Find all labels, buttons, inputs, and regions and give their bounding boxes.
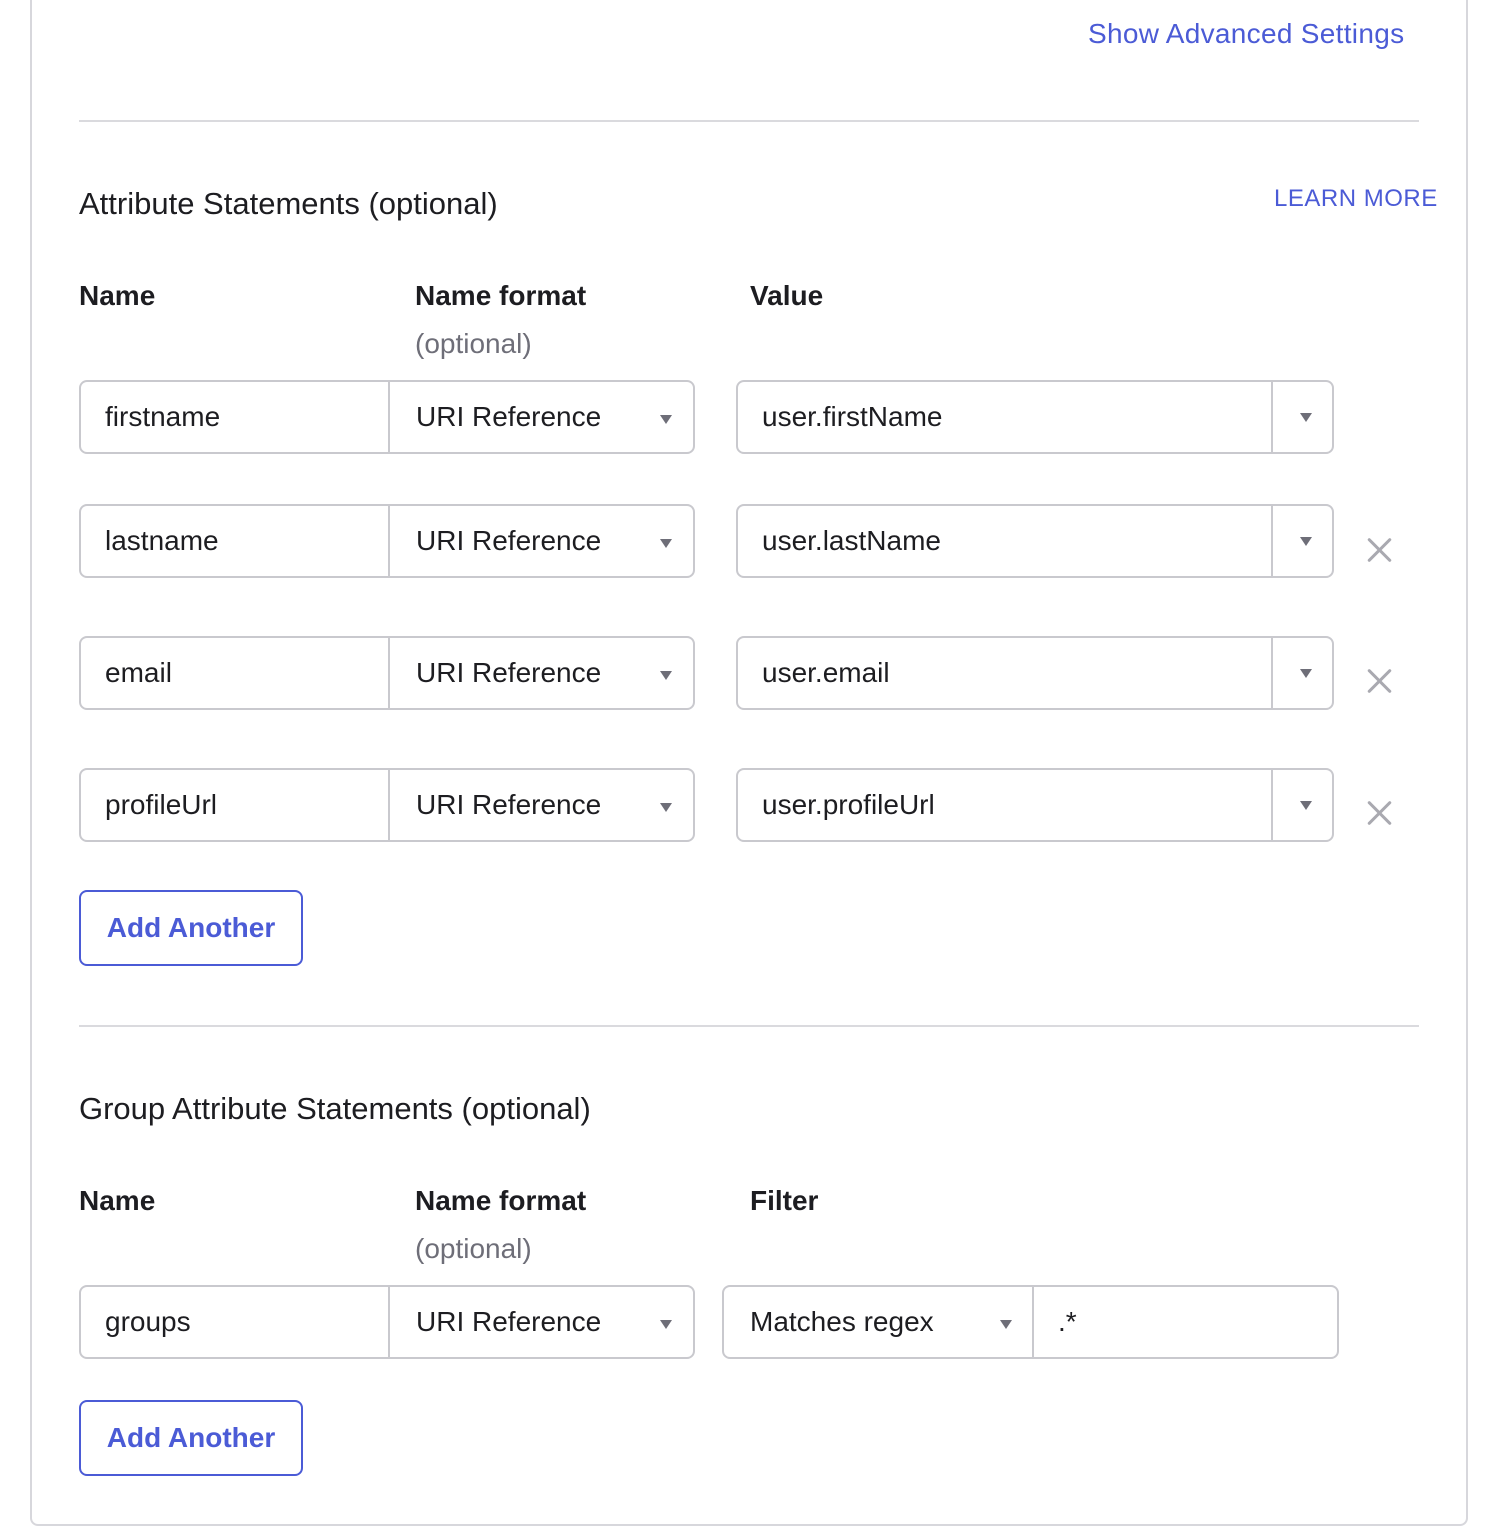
name-format-text: URI Reference bbox=[416, 401, 602, 432]
caret-down-icon[interactable] bbox=[1300, 413, 1312, 422]
attribute-name-text: firstname bbox=[105, 401, 221, 432]
group-filter-type-text: Matches regex bbox=[750, 1306, 934, 1337]
caret-down-icon bbox=[660, 671, 672, 680]
group-column-name-header: Name bbox=[79, 1185, 156, 1216]
caret-down-icon bbox=[660, 1320, 672, 1329]
group-column-format-header: Name format bbox=[415, 1185, 587, 1216]
group-name-format-text: URI Reference bbox=[416, 1306, 602, 1337]
name-format-select[interactable]: URI Reference bbox=[388, 504, 695, 578]
name-format-select[interactable]: URI Reference bbox=[388, 380, 695, 454]
group-filter-value-text: .* bbox=[1058, 1306, 1077, 1337]
attribute-value-combobox[interactable]: user.profileUrl bbox=[736, 768, 1334, 842]
attribute-value-combobox[interactable]: user.lastName bbox=[736, 504, 1334, 578]
close-icon[interactable] bbox=[1366, 667, 1394, 695]
group-attribute-statements-title: Group Attribute Statements (optional) bbox=[79, 1091, 591, 1126]
caret-down-icon[interactable] bbox=[1300, 669, 1312, 678]
group-name-format-select[interactable]: URI Reference bbox=[388, 1285, 695, 1359]
name-format-select[interactable]: URI Reference bbox=[388, 636, 695, 710]
caret-down-icon bbox=[660, 803, 672, 812]
attribute-name-input[interactable]: profileUrl bbox=[79, 768, 390, 842]
attribute-name-input[interactable]: firstname bbox=[79, 380, 390, 454]
close-icon[interactable] bbox=[1366, 799, 1394, 827]
column-value-header: Value bbox=[750, 280, 824, 311]
group-name-input[interactable]: groups bbox=[79, 1285, 390, 1359]
caret-down-icon bbox=[660, 539, 672, 548]
group-name-text: groups bbox=[105, 1306, 191, 1337]
caret-down-icon bbox=[1000, 1320, 1012, 1329]
add-another-attribute-button[interactable]: Add Another bbox=[79, 890, 303, 966]
close-icon[interactable] bbox=[1366, 536, 1394, 564]
attribute-value-combobox[interactable]: user.email bbox=[736, 636, 1334, 710]
group-filter-type-select[interactable]: Matches regex bbox=[722, 1285, 1034, 1359]
name-format-text: URI Reference bbox=[416, 657, 602, 688]
learn-more-link[interactable]: LEARN MORE bbox=[1274, 185, 1438, 213]
column-format-optional: (optional) bbox=[415, 328, 532, 359]
combobox-separator bbox=[1271, 506, 1273, 576]
group-column-filter-header: Filter bbox=[750, 1185, 819, 1216]
name-format-text: URI Reference bbox=[416, 525, 602, 556]
name-format-text: URI Reference bbox=[416, 789, 602, 820]
divider bbox=[79, 1025, 1419, 1027]
attribute-name-text: lastname bbox=[105, 525, 219, 556]
divider bbox=[79, 120, 1419, 122]
attribute-value-combobox[interactable]: user.firstName bbox=[736, 380, 1334, 454]
attribute-value-text: user.lastName bbox=[762, 525, 941, 556]
combobox-separator bbox=[1271, 638, 1273, 708]
show-advanced-settings-link[interactable]: Show Advanced Settings bbox=[1088, 18, 1404, 50]
group-column-format-optional: (optional) bbox=[415, 1233, 532, 1264]
column-format-header: Name format bbox=[415, 280, 587, 311]
caret-down-icon[interactable] bbox=[1300, 537, 1312, 546]
attribute-name-input[interactable]: email bbox=[79, 636, 390, 710]
combobox-separator bbox=[1271, 770, 1273, 840]
attribute-value-text: user.profileUrl bbox=[762, 789, 935, 820]
caret-down-icon bbox=[660, 415, 672, 424]
name-format-select[interactable]: URI Reference bbox=[388, 768, 695, 842]
attribute-statements-title: Attribute Statements (optional) bbox=[79, 186, 498, 221]
attribute-name-text: profileUrl bbox=[105, 789, 218, 820]
caret-down-icon[interactable] bbox=[1300, 801, 1312, 810]
column-name-header: Name bbox=[79, 280, 156, 311]
add-another-group-button[interactable]: Add Another bbox=[79, 1400, 303, 1476]
attribute-value-text: user.email bbox=[762, 657, 890, 688]
attribute-name-text: email bbox=[105, 657, 172, 688]
combobox-separator bbox=[1271, 382, 1273, 452]
attribute-name-input[interactable]: lastname bbox=[79, 504, 390, 578]
group-filter-value-input[interactable]: .* bbox=[1032, 1285, 1339, 1359]
attribute-value-text: user.firstName bbox=[762, 401, 943, 432]
